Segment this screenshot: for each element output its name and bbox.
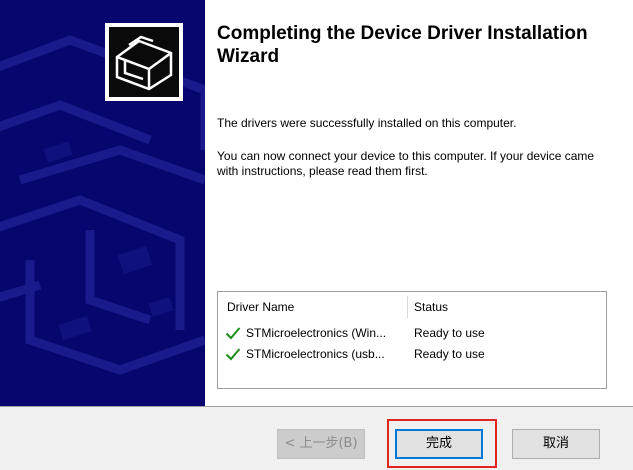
connect-message: You can now connect your device to this … [217, 149, 595, 178]
success-message: The drivers were successfully installed … [217, 116, 517, 130]
column-header-driver-name[interactable]: Driver Name [227, 300, 294, 314]
driver-status: Ready to use [414, 347, 485, 361]
column-header-status[interactable]: Status [414, 300, 448, 314]
checkmark-icon [225, 348, 241, 361]
page-title: Completing the Device Driver Installatio… [217, 23, 588, 67]
driver-row[interactable]: STMicroelectronics (usb... Ready to use [218, 345, 606, 365]
finish-button[interactable]: 完成 [395, 429, 483, 459]
wizard-banner [0, 0, 205, 406]
driver-status: Ready to use [414, 326, 485, 340]
wizard-window: Completing the Device Driver Installatio… [0, 0, 633, 470]
column-divider[interactable] [407, 296, 408, 318]
driver-name: STMicroelectronics (usb... [246, 347, 385, 361]
driver-list-header: Driver Name Status [218, 292, 606, 320]
driver-row[interactable]: STMicroelectronics (Win... Ready to use [218, 324, 606, 344]
driver-name: STMicroelectronics (Win... [246, 326, 387, 340]
checkmark-icon [225, 327, 241, 340]
hardware-logo-icon [105, 23, 183, 101]
cancel-button[interactable]: 取消 [512, 429, 600, 459]
back-button[interactable]: < 上一步(B) [277, 429, 365, 459]
button-bar: < 上一步(B) 完成 取消 [0, 407, 633, 470]
driver-list: Driver Name Status STMicroelectronics (W… [217, 291, 607, 389]
